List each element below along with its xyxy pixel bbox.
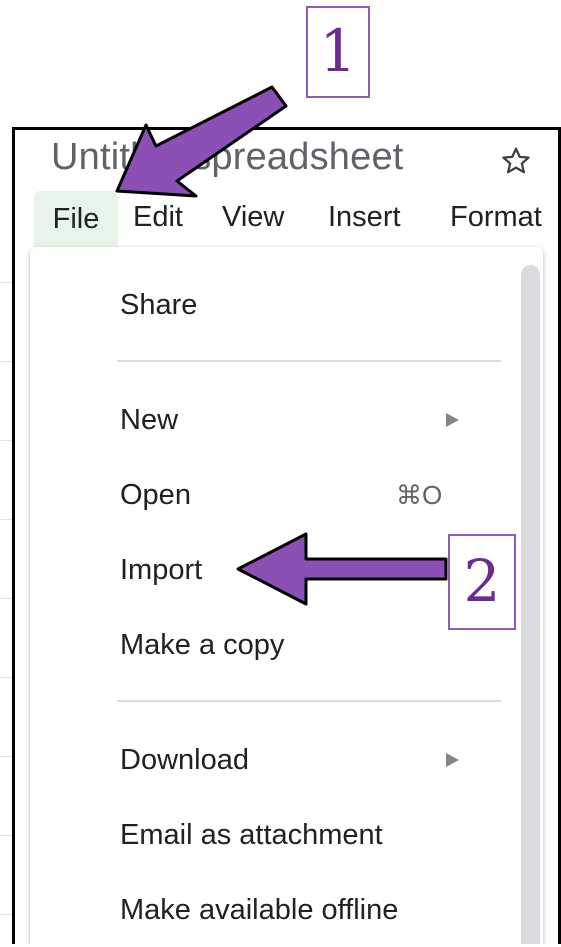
grid-line <box>0 756 12 757</box>
menu-separator <box>117 360 501 362</box>
grid-line <box>0 914 12 915</box>
menu-edit[interactable]: Edit <box>133 199 183 235</box>
menu-file[interactable]: File <box>34 191 118 247</box>
star-icon[interactable] <box>500 145 532 177</box>
menu-item-open[interactable]: Open <box>120 475 191 515</box>
menu-scrollbar[interactable] <box>521 265 540 944</box>
grid-line <box>0 440 12 441</box>
document-title[interactable]: Untitled spreadsheet <box>51 136 404 179</box>
step-2-callout: 2 <box>448 534 516 630</box>
step-1-callout: 1 <box>306 6 370 98</box>
menu-item-download[interactable]: Download <box>120 740 249 780</box>
shortcut-open: ⌘O <box>396 480 443 510</box>
menu-separator <box>117 700 501 702</box>
menu-item-share[interactable]: Share <box>120 285 197 325</box>
menu-view[interactable]: View <box>222 199 284 235</box>
menu-item-email-as-attachment[interactable]: Email as attachment <box>120 815 383 855</box>
menu-item-make-available-offline[interactable]: Make available offline <box>120 890 398 930</box>
submenu-arrow-icon <box>446 753 459 767</box>
grid-line <box>0 519 12 520</box>
submenu-arrow-icon <box>446 413 459 427</box>
grid-line <box>0 677 12 678</box>
menu-item-new[interactable]: New <box>120 400 178 440</box>
grid-line <box>0 835 12 836</box>
menu-bar: File Edit View Insert Format <box>15 187 558 247</box>
menu-format[interactable]: Format <box>450 199 542 235</box>
menu-insert[interactable]: Insert <box>328 199 401 235</box>
grid-line <box>0 361 12 362</box>
grid-line <box>0 598 12 599</box>
menu-item-make-a-copy[interactable]: Make a copy <box>120 625 284 665</box>
menu-item-import[interactable]: Import <box>120 550 202 590</box>
grid-line <box>0 282 12 283</box>
